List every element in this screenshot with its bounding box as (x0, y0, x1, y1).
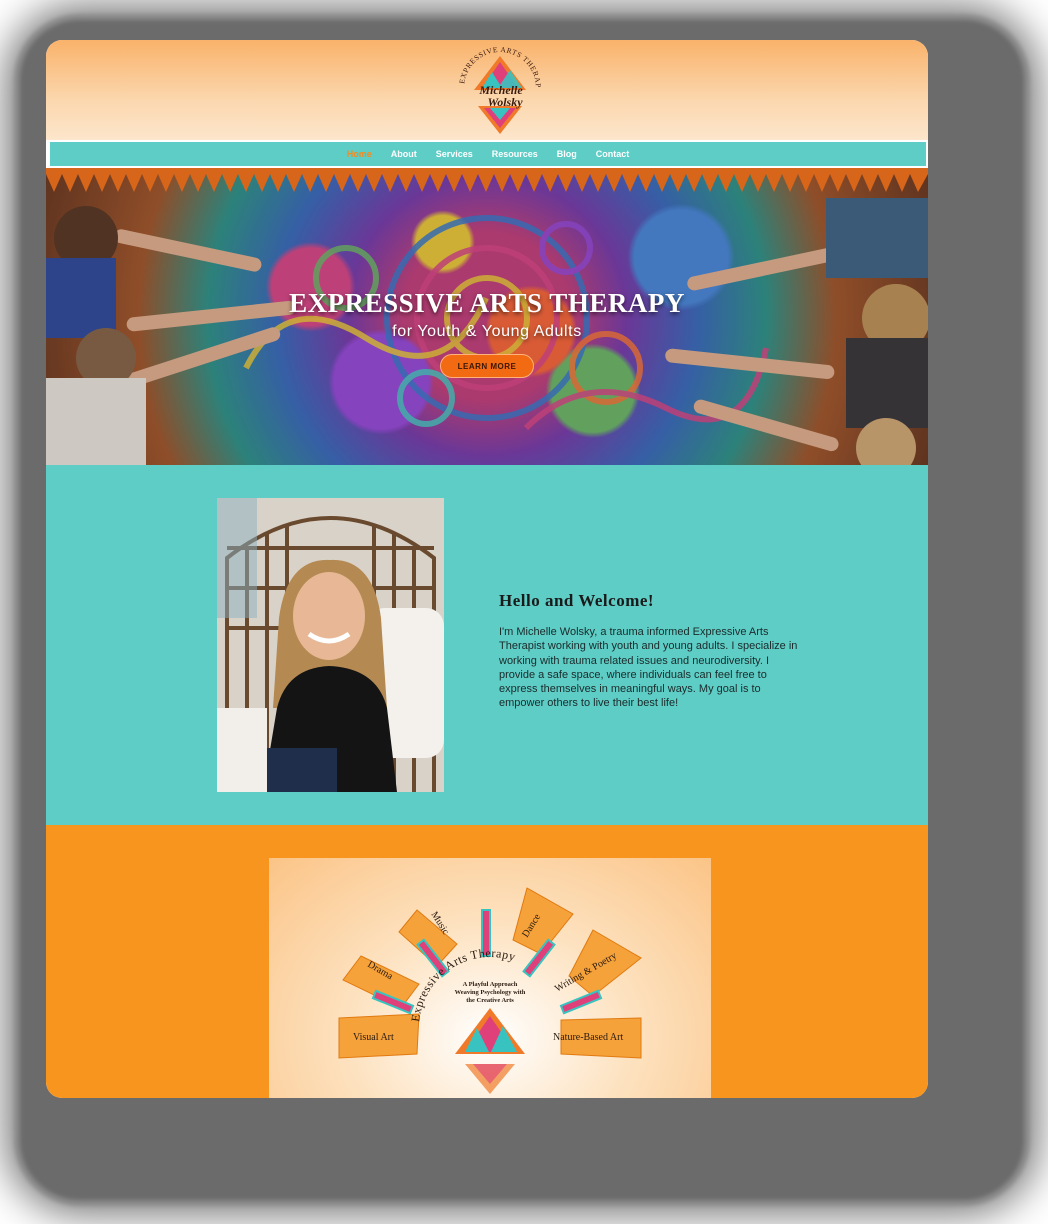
welcome-section: Hello and Welcome! I'm Michelle Wolsky, … (46, 465, 928, 825)
nav-services[interactable]: Services (436, 149, 473, 159)
nav-contact[interactable]: Contact (596, 149, 630, 159)
ray-label-visual-art: Visual Art (353, 1032, 394, 1043)
ray-label-nature-based-art: Nature-Based Art (553, 1032, 623, 1043)
site-header: EXPRESSIVE ARTS THERAPY Michelle Wolsky (46, 40, 928, 140)
website-page: EXPRESSIVE ARTS THERAPY Michelle Wolsky … (46, 40, 928, 1098)
hero-banner: EXPRESSIVE ARTS THERAPY for Youth & Youn… (46, 168, 928, 465)
nav-blog[interactable]: Blog (557, 149, 577, 159)
nav-about[interactable]: About (391, 149, 417, 159)
tagline-line2: Weaving Psychology with (455, 989, 526, 996)
logo-name-line2: Wolsky (487, 95, 523, 109)
nav-resources[interactable]: Resources (492, 149, 538, 159)
welcome-heading: Hello and Welcome! (499, 591, 655, 610)
modalities-section: Expressive Arts Therapy A Playful Approa… (46, 825, 928, 1098)
welcome-paragraph: I'm Michelle Wolsky, a trauma informed E… (499, 626, 798, 710)
learn-more-button[interactable]: LEARN MORE (440, 354, 534, 378)
mountain-logo-icon (455, 1008, 525, 1094)
logo-name: Michelle Wolsky (470, 84, 532, 108)
hero-title: EXPRESSIVE ARTS THERAPY (289, 288, 685, 318)
tagline-line3: the Creative Arts (466, 997, 514, 1004)
modalities-graphic: Expressive Arts Therapy A Playful Approa… (269, 858, 711, 1098)
hero-subtitle: for Youth & Young Adults (392, 323, 582, 340)
nav-home[interactable]: Home (347, 149, 372, 159)
zigzag-border-icon (46, 168, 928, 192)
tagline-line1: A Playful Approach (463, 981, 518, 988)
portrait-photo (217, 498, 444, 792)
main-nav: Home About Services Resources Blog Conta… (48, 140, 928, 168)
